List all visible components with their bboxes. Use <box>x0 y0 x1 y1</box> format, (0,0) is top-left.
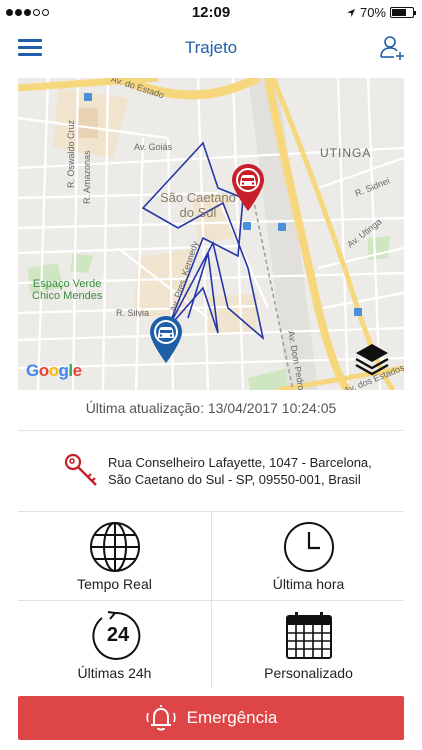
option-personalizado[interactable]: Personalizado <box>212 601 405 689</box>
emergency-button[interactable]: Emergência <box>18 696 404 740</box>
map-label-city: São Caetano do Sul <box>160 190 236 220</box>
globe-icon <box>89 522 140 572</box>
map-label-park: Espaço Verde Chico Mendes <box>32 278 103 302</box>
car-end-pin[interactable] <box>230 162 266 212</box>
navigation-bar: Trajeto <box>0 26 422 72</box>
option-label: Tempo Real <box>77 576 152 592</box>
google-logo: Google <box>26 361 82 380</box>
clock-icon <box>283 522 334 572</box>
map-label-r-amazonas: R. Amazonas <box>82 150 92 204</box>
location-arrow-icon <box>346 8 355 17</box>
status-bar: 12:09 70% <box>0 0 422 26</box>
svg-text:24: 24 <box>106 624 129 646</box>
emergency-label: Emergência <box>186 708 278 727</box>
map-label-av-goias: Av. Goiás <box>134 142 173 152</box>
history-options-grid: Tempo Real Última hora 24 Últimas 24h Pe… <box>18 512 404 688</box>
map-label-r-silvia: R. Silvia <box>116 308 150 318</box>
battery-percentage: 70% <box>359 5 386 20</box>
calendar-icon <box>285 612 332 659</box>
page-title: Trajeto <box>184 38 238 57</box>
map-label-r-oswaldo-cruz: R. Oswaldo Cruz <box>66 119 76 188</box>
option-ultimas-24h[interactable]: 24 Últimas 24h <box>18 601 211 689</box>
address-text: Rua Conselheiro Lafayette, 1047 - Barcel… <box>108 454 372 488</box>
route-map[interactable]: Av. do Estado Av. Goiás R. Oswaldo Cruz … <box>18 78 404 390</box>
option-ultima-hora[interactable]: Última hora <box>212 512 405 600</box>
map-label-district: UTINGA <box>320 146 372 160</box>
option-label: Personalizado <box>264 665 353 681</box>
24h-history-icon: 24 <box>91 611 140 660</box>
car-start-pin[interactable] <box>148 314 184 364</box>
divider <box>18 430 404 431</box>
address-line-2: São Caetano do Sul - SP, 09550-001, Bras… <box>108 472 361 487</box>
battery-icon <box>390 7 416 18</box>
address-line-1: Rua Conselheiro Lafayette, 1047 - Barcel… <box>108 455 372 470</box>
option-tempo-real[interactable]: Tempo Real <box>18 512 211 600</box>
address-row: Rua Conselheiro Lafayette, 1047 - Barcel… <box>18 440 404 502</box>
option-label: Última hora <box>272 576 345 592</box>
user-add-icon[interactable] <box>378 34 406 62</box>
option-label: Últimas 24h <box>77 665 152 681</box>
map-layers-icon[interactable] <box>354 342 390 376</box>
last-update-text: Última atualização: 13/04/2017 10:24:05 <box>85 400 337 416</box>
alarm-bell-icon <box>146 705 176 731</box>
key-icon <box>64 453 97 486</box>
